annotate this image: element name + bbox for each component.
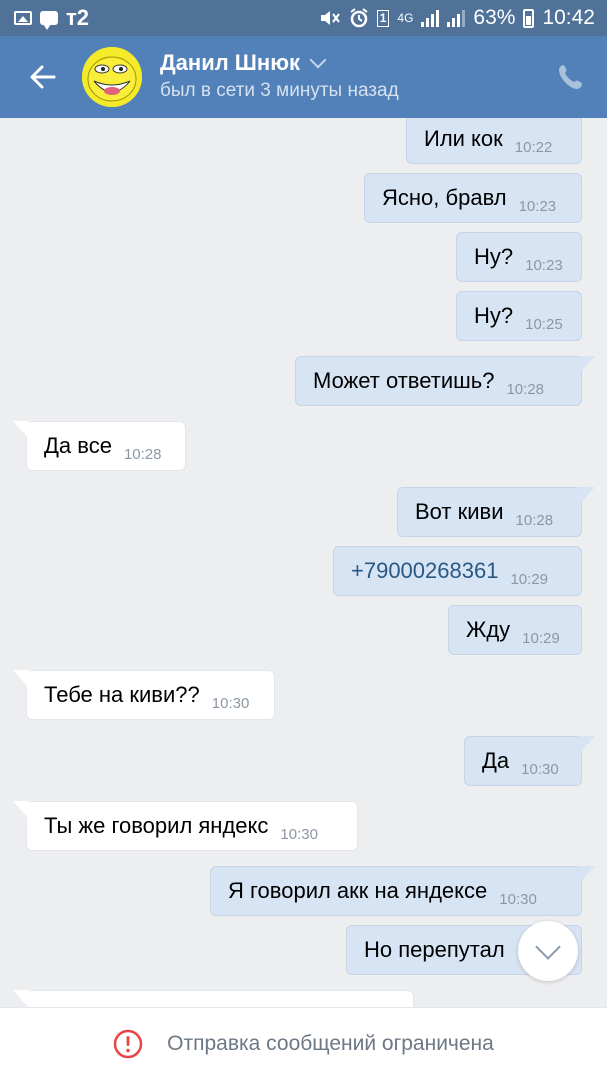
- message-time: 10:29: [510, 571, 548, 588]
- message-time: 10:28: [515, 512, 554, 529]
- message-text: Ну?: [474, 244, 514, 269]
- message-outgoing[interactable]: Да 10:30: [464, 736, 595, 786]
- message-incoming[interactable]: Да все 10:28: [13, 421, 186, 471]
- message-incoming-partial[interactable]: [13, 990, 414, 1007]
- battery-percent: 63%: [473, 6, 516, 29]
- message-text: Я говорил акк на яндексе: [228, 878, 488, 903]
- mute-icon: [320, 11, 340, 25]
- message-time: 10:28: [123, 446, 162, 463]
- status-bar: т2 1 4G 63% 10:42: [0, 0, 607, 36]
- message-time: 10:23: [525, 257, 563, 274]
- message-list: Или кок 10:22 Ясно, бравл 10:23 Ну? 10:2…: [0, 118, 607, 1007]
- scroll-to-bottom-button[interactable]: [518, 921, 578, 981]
- alarm-icon: [350, 8, 368, 28]
- message-text: Ну?: [474, 303, 514, 328]
- message-time: 10:22: [514, 139, 553, 156]
- message-outgoing[interactable]: +79000268361 10:29: [333, 546, 582, 596]
- chevron-down-icon: [535, 934, 561, 960]
- carrier-label: т2: [66, 5, 90, 30]
- message-outgoing[interactable]: Ну? 10:25: [456, 291, 582, 341]
- message-text: Но перепутал: [364, 937, 505, 962]
- message-text: Тебе на киви??: [44, 682, 200, 707]
- chat-header: Данил Шнюк был в сети 3 минуты назад: [0, 36, 607, 118]
- message-time: 10:30: [521, 761, 559, 778]
- status-bar-right: 1 4G 63% 10:42: [319, 6, 595, 30]
- message-outgoing[interactable]: Ясно, бравл 10:23: [364, 173, 582, 223]
- contact-name[interactable]: Данил Шнюк: [160, 50, 327, 76]
- message-outgoing[interactable]: Ну? 10:23: [456, 232, 582, 282]
- message-text: Или кок: [424, 126, 503, 151]
- message-notification-icon: [40, 11, 58, 30]
- signal-strength-icon: [421, 9, 440, 27]
- battery-icon: [523, 8, 535, 28]
- message-outgoing[interactable]: Я говорил акк на яндексе 10:30: [210, 866, 595, 916]
- message-time: 10:23: [518, 198, 557, 215]
- contact-avatar[interactable]: [82, 47, 142, 107]
- clock: 10:42: [542, 6, 595, 29]
- message-time: 10:25: [525, 316, 563, 333]
- message-outgoing[interactable]: Жду 10:29: [448, 605, 582, 655]
- messaging-restricted-text: Отправка сообщений ограничена: [167, 1032, 494, 1055]
- message-text: Ясно, бравл: [382, 185, 507, 210]
- message-text: Вот киви: [415, 499, 504, 524]
- network-type-label: 4G: [397, 11, 414, 25]
- warning-icon: [113, 1029, 143, 1059]
- back-arrow-icon[interactable]: [26, 60, 60, 94]
- message-incoming[interactable]: Ты же говорил яндекс 10:30: [13, 801, 358, 851]
- troll-face-icon: [82, 47, 142, 107]
- message-outgoing[interactable]: Может ответишь? 10:28: [295, 356, 595, 406]
- phone-call-icon[interactable]: [556, 62, 586, 92]
- message-time: 10:30: [499, 891, 537, 908]
- message-text: Может ответишь?: [313, 368, 495, 393]
- status-bar-left: т2: [14, 5, 89, 31]
- message-time: 10:28: [506, 381, 545, 398]
- messaging-restricted-bar: Отправка сообщений ограничена: [0, 1007, 607, 1080]
- last-seen-status: был в сети 3 минуты назад: [160, 80, 399, 101]
- message-text: Да: [482, 748, 510, 773]
- contact-name-text: Данил Шнюк: [160, 50, 301, 75]
- notification-count-badge: 1: [376, 9, 390, 27]
- message-time: 10:29: [522, 630, 560, 647]
- gallery-notification-icon: [14, 11, 32, 25]
- message-outgoing[interactable]: Или кок 10:22: [406, 118, 582, 164]
- chevron-down-icon: [309, 51, 327, 69]
- message-time: 10:30: [211, 695, 250, 712]
- message-text: Ты же говорил яндекс: [44, 813, 269, 838]
- message-outgoing[interactable]: Вот киви 10:28: [397, 487, 595, 537]
- message-text: Да все: [44, 433, 112, 458]
- message-time: 10:30: [280, 826, 318, 843]
- message-text: Жду: [466, 617, 511, 642]
- phone-number-link[interactable]: +79000268361: [351, 559, 498, 583]
- message-incoming[interactable]: Тебе на киви?? 10:30: [13, 670, 275, 720]
- signal-strength-2-icon: [447, 9, 466, 27]
